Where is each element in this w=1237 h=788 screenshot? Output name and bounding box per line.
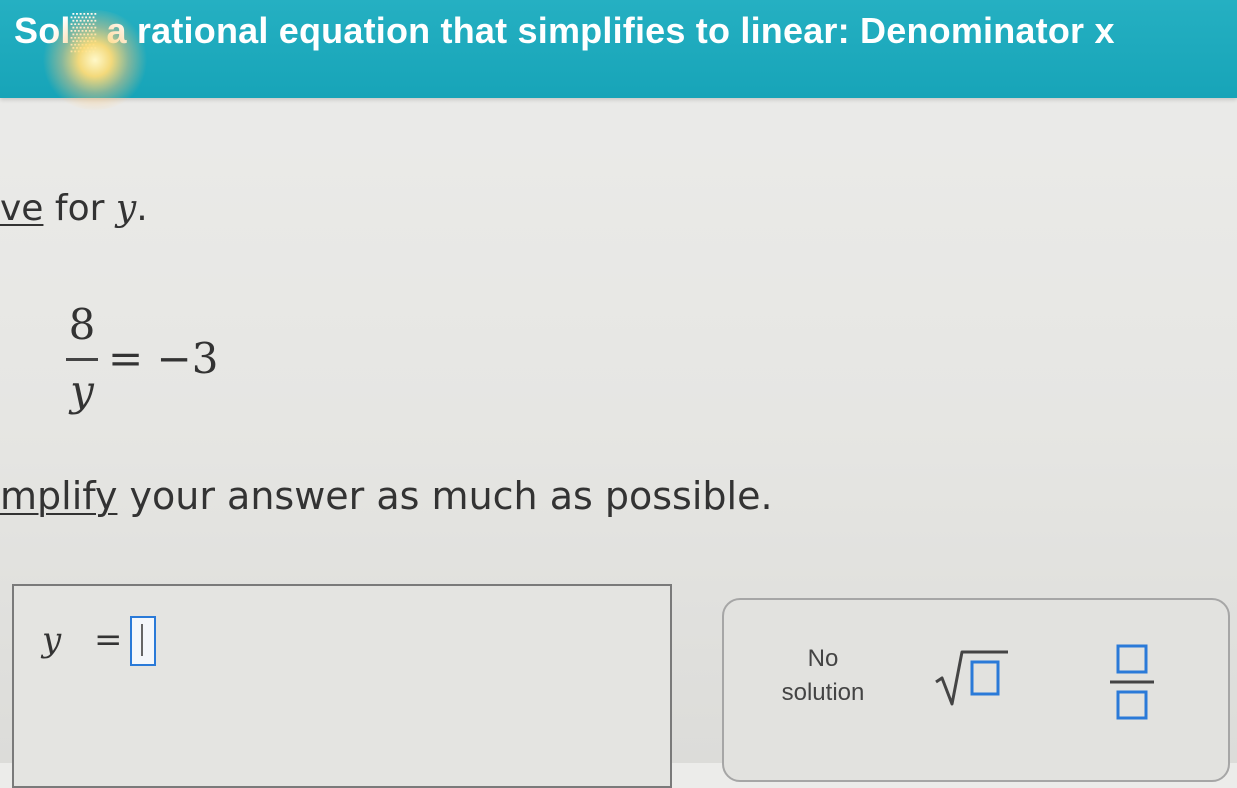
answer-variable: y [42,620,62,660]
equation-denominator: y [70,366,94,415]
simplify-instruction: mplify your answer as much as possible. [0,474,773,518]
square-root-button[interactable] [932,640,1012,710]
no-solution-label-line2: solution [781,679,865,706]
answer-input[interactable] [130,616,156,666]
header-bar: Sol▒ a rational equation that simplifies… [0,0,1237,98]
equation-rhs: = −3 [108,334,219,383]
instruction-end: . [136,188,148,229]
math-keypad: No solution [722,598,1230,782]
camera-glare [40,10,150,110]
fraction-bar [66,358,98,361]
no-solution-label-line1: No [807,645,839,672]
fraction-template-icon [1110,644,1154,720]
equation-numerator: 8 [68,300,96,349]
instruction-variable: y [115,188,137,229]
simplify-rest: your answer as much as possible. [117,474,773,518]
equation: 8 y = −3 [60,300,260,430]
no-solution-button[interactable]: No solution [758,642,888,710]
answer-area: y = [12,584,672,788]
fraction-button[interactable] [1104,640,1164,726]
solve-link[interactable]: ve [0,188,43,229]
instruction-rest: for [43,188,116,229]
text-cursor [141,624,143,656]
square-root-template-icon [935,650,1008,706]
page-title: Sol▒ a rational equation that simplifies… [14,10,1115,51]
answer-equals: = [94,620,123,660]
simplify-link[interactable]: mplify [0,474,117,518]
instruction-text: ve for y. [0,188,148,229]
